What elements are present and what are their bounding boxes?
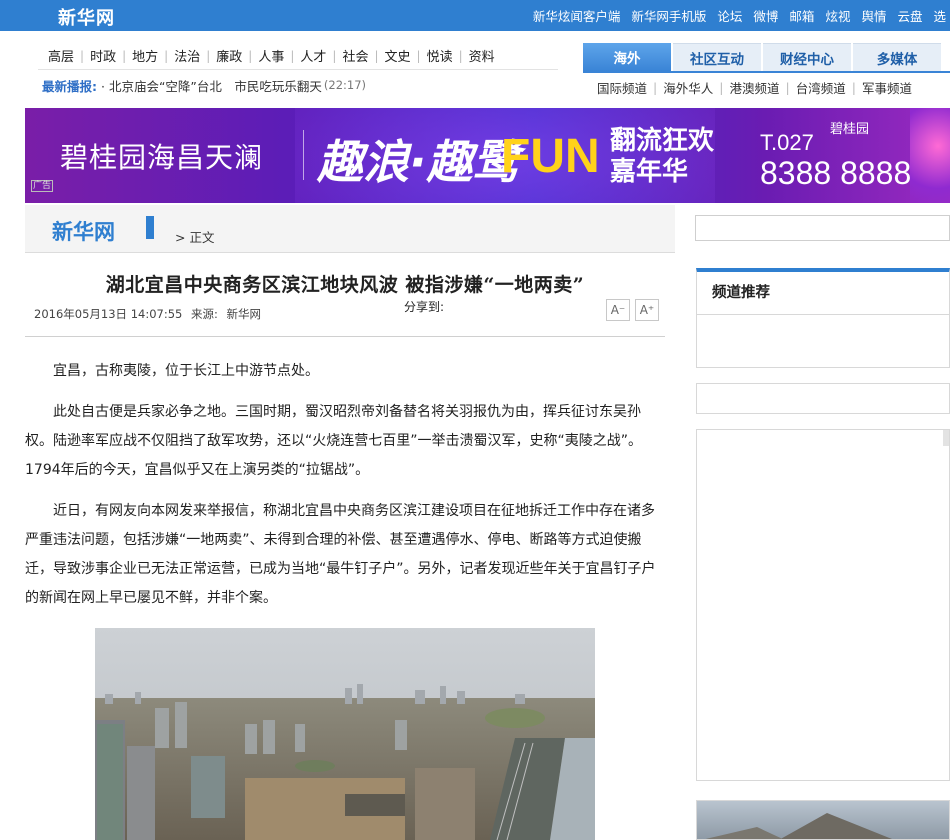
channel-recommend-title: 频道推荐 (697, 272, 949, 315)
nav-item-lianzheng[interactable]: 廉政 (210, 46, 248, 65)
top-links: 新华炫闻客户端 新华网手机版 论坛 微博 邮箱 炫视 舆情 云盘 选 (533, 0, 950, 31)
subchannel-separator: | (719, 79, 724, 95)
article-source[interactable]: 新华网 (227, 307, 262, 321)
nav-item-shizheng[interactable]: 时政 (84, 46, 122, 65)
breadcrumb-accent-bar (146, 216, 154, 239)
top-bar: 新华网 新华炫闻客户端 新华网手机版 论坛 微博 邮箱 炫视 舆情 云盘 选 (0, 0, 950, 31)
banner-phone: T.027 8388 8888 (760, 128, 912, 191)
top-link-opinion[interactable]: 舆情 (861, 6, 886, 25)
top-link-cloud[interactable]: 云盘 (897, 6, 922, 25)
tab-multimedia[interactable]: 多媒体 (853, 43, 941, 71)
breadcrumb: 新华网 > 正文 (25, 205, 675, 253)
article-paragraph: 宜昌，古称夷陵，位于长江上中游节点处。 (53, 363, 319, 379)
latest-news-label: 最新播报: (42, 78, 97, 94)
subchannel-military[interactable]: 军事频道 (862, 78, 912, 97)
nav-item-wenshi[interactable]: 文史 (379, 46, 417, 65)
sidebar-image-box[interactable] (696, 800, 950, 840)
ad-tag: 广告 (31, 180, 54, 192)
article: 湖北宜昌中央商务区滨江地块风波 被指涉嫌“一地两卖” 2016年05月13日 1… (25, 258, 665, 625)
search-input[interactable] (695, 215, 950, 241)
sidebar-scroll-nub[interactable] (943, 430, 949, 446)
breadcrumb-logo[interactable]: 新华网 (52, 216, 115, 246)
font-larger-button[interactable]: A⁺ (635, 299, 659, 321)
breadcrumb-current: > 正文 (175, 230, 215, 245)
top-link-video[interactable]: 炫视 (825, 6, 850, 25)
banner-performer-image (910, 108, 950, 203)
tab-community[interactable]: 社区互动 (673, 43, 761, 71)
banner-corp-logo: 碧桂园 (830, 122, 870, 137)
subchannel-hk-macao[interactable]: 港澳频道 (729, 78, 779, 97)
channel-nav: 海外 社区互动 财经中心 多媒体 国际频道 | 海外华人 | 港澳频道 | 台湾频道 |… (583, 43, 950, 101)
nav-item-yuedu[interactable]: 悦读 (421, 46, 459, 65)
latest-news-link[interactable]: · 北京庙会“空降”台北 市民吃玩乐翻天 (101, 76, 322, 95)
top-link-mobile[interactable]: 新华网手机版 (631, 6, 706, 25)
construction-site-photo (95, 628, 595, 840)
top-link-more[interactable]: 选 (933, 6, 946, 25)
banner-phone-number: 8388 8888 (760, 155, 912, 191)
article-photo (95, 628, 595, 840)
banner-brand: 碧桂园海昌天澜 (60, 141, 264, 174)
article-title: 湖北宜昌中央商务区滨江地块风波 被指涉嫌“一地两卖” (105, 274, 585, 296)
banner-fun-text: FUN (501, 130, 600, 183)
sidebar-box-large (696, 429, 950, 781)
share-label: 分享到: (404, 300, 445, 314)
article-body: 宜昌，古称夷陵，位于长江上中游节点处。 此处自古便是兵家必争之地。三国时期，蜀汉… (25, 337, 665, 613)
article-paragraph: 近日，有网友向本网发来举报信，称湖北宜昌中央商务区滨江建设项目在征地拆迁工作中存… (25, 503, 656, 606)
subchannel-international[interactable]: 国际频道 (597, 78, 647, 97)
banner-carnival-line2: 嘉年华 (610, 157, 689, 187)
channel-tabs: 海外 社区互动 财经中心 多媒体 (583, 43, 950, 71)
latest-news-row: 最新播报: · 北京庙会“空降”台北 市民吃玩乐翻天 (22:17) (38, 70, 558, 100)
banner-carnival: 翻流狂欢 嘉年华 (610, 126, 720, 188)
tab-finance[interactable]: 财经中心 (763, 43, 851, 71)
top-link-weibo[interactable]: 微博 (753, 6, 778, 25)
site-logo[interactable]: 新华网 (58, 4, 115, 30)
subchannel-separator: | (851, 79, 856, 95)
banner-divider (303, 130, 304, 180)
nav-item-ziliao[interactable]: 资料 (463, 46, 501, 65)
subchannel-taiwan[interactable]: 台湾频道 (796, 78, 846, 97)
font-smaller-button[interactable]: A⁻ (606, 299, 630, 321)
subchannel-overseas-chinese[interactable]: 海外华人 (663, 78, 713, 97)
channel-recommend-box: 频道推荐 (696, 268, 950, 368)
nav-item-renshi[interactable]: 人事 (252, 46, 290, 65)
top-link-mail[interactable]: 邮箱 (789, 6, 814, 25)
category-row: 高层 | 时政 | 地方 | 法治 | 廉政 | 人事 | 人才 | 社会 | 文史 | 悦读 | … (38, 42, 558, 70)
article-source-label: 来源: (191, 307, 218, 321)
top-link-forum[interactable]: 论坛 (717, 6, 742, 25)
banner-main-text: 趣浪·趣鹭 (317, 135, 519, 189)
article-meta: 2016年05月13日 14:07:55 来源: 新华网 分享到: A⁻ A⁺ (25, 297, 665, 337)
nav-item-difang[interactable]: 地方 (126, 46, 164, 65)
tab-overseas[interactable]: 海外 (583, 43, 671, 71)
banner-carnival-line1: 翻流狂欢 (610, 126, 715, 156)
nav-item-gaoceng[interactable]: 高层 (42, 46, 80, 65)
nav-item-fazhi[interactable]: 法治 (168, 46, 206, 65)
sidebar-thumbnail (705, 813, 892, 839)
subchannel-separator: | (785, 79, 790, 95)
latest-news-time: (22:17) (323, 78, 367, 92)
article-info: 2016年05月13日 14:07:55 来源: 新华网 (34, 306, 266, 322)
subchannel-separator: | (653, 79, 658, 95)
sidebar-box (696, 383, 950, 414)
article-paragraph: 此处自古便是兵家必争之地。三国时期，蜀汉昭烈帝刘备替名将关羽报仇为由，挥兵征讨东… (25, 404, 643, 478)
article-date: 2016年05月13日 14:07:55 (34, 307, 183, 321)
ad-banner[interactable]: 碧桂园海昌天澜 趣浪·趣鹭 FUN 翻流狂欢 嘉年华 T.027 8388 88… (25, 108, 950, 203)
subchannel-row: 国际频道 | 海外华人 | 港澳频道 | 台湾频道 | 军事频道 (583, 71, 950, 101)
nav-item-rencai[interactable]: 人才 (294, 46, 332, 65)
top-link-client[interactable]: 新华炫闻客户端 (533, 6, 621, 25)
category-nav: 高层 | 时政 | 地方 | 法治 | 廉政 | 人事 | 人才 | 社会 | 文史 | 悦读 | … (38, 42, 558, 100)
nav-item-shehui[interactable]: 社会 (336, 46, 374, 65)
